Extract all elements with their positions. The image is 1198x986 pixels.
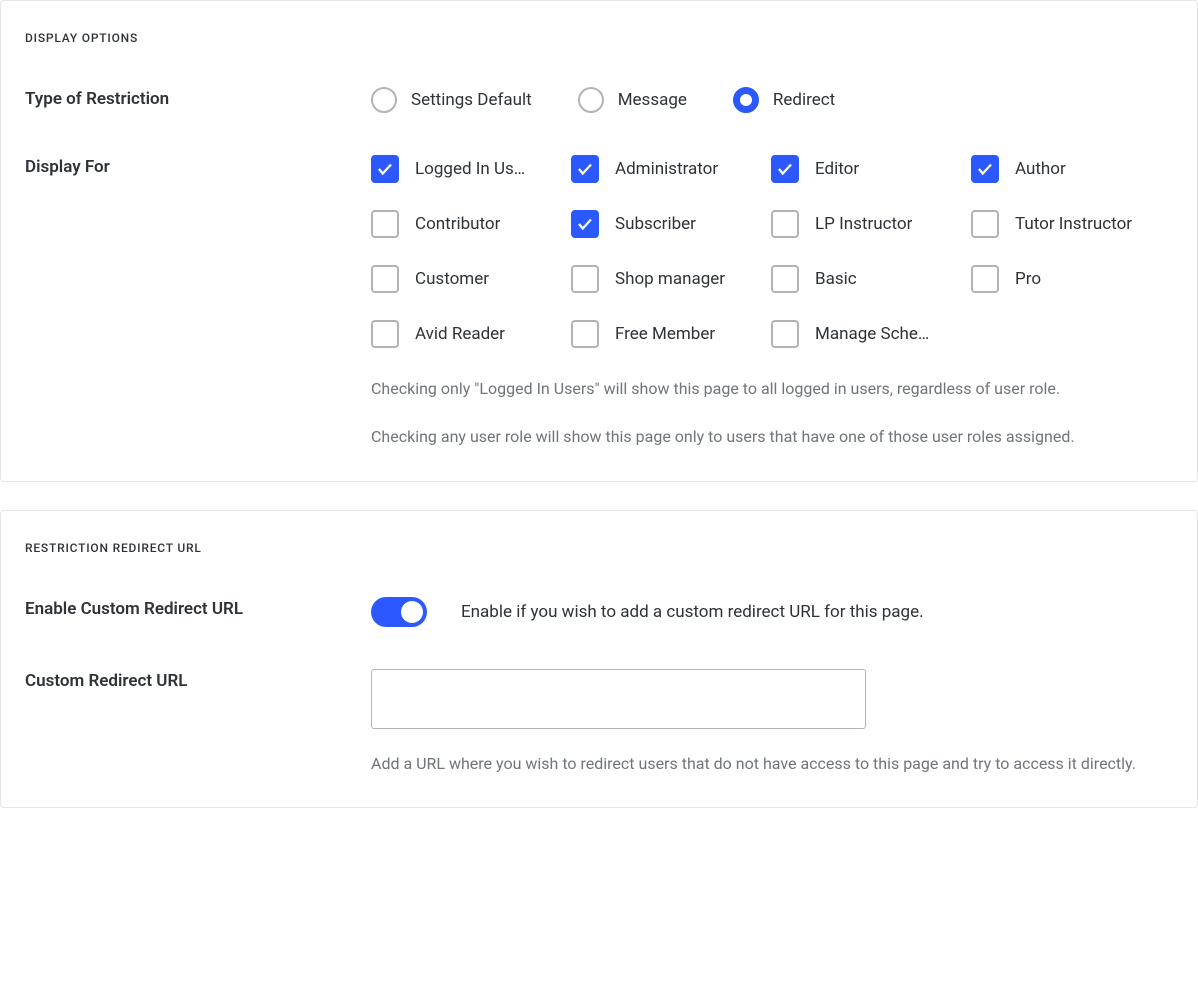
checkbox-label: LP Instructor <box>815 214 912 234</box>
checkbox-label: Contributor <box>415 214 500 234</box>
toggle-row: Enable if you wish to add a custom redir… <box>371 597 1173 627</box>
custom-redirect-url-content: Add a URL where you wish to redirect use… <box>371 669 1173 777</box>
checkbox-box-icon <box>571 320 599 348</box>
checkbox-avid-reader[interactable]: Avid Reader <box>371 320 571 348</box>
checkbox-label: Author <box>1015 159 1066 179</box>
display-for-label: Display For <box>25 155 371 451</box>
checkbox-box-icon <box>971 265 999 293</box>
checkbox-box-icon <box>771 320 799 348</box>
checkbox-subscriber[interactable]: Subscriber <box>571 210 771 238</box>
display-for-help-1: Checking only "Logged In Users" will sho… <box>371 376 1173 402</box>
checkbox-label: Shop manager <box>615 269 725 289</box>
panel-title-redirect: RESTRICTION REDIRECT URL <box>25 541 1173 555</box>
display-for-checkbox-grid: Logged In Us… Administrator Editor Author Co… <box>371 155 1173 348</box>
checkbox-box-icon <box>371 210 399 238</box>
radio-message[interactable]: Message <box>578 87 687 113</box>
type-of-restriction-row: Type of Restriction Settings Default Mess… <box>25 87 1173 113</box>
checkbox-label: Avid Reader <box>415 324 505 344</box>
checkbox-author[interactable]: Author <box>971 155 1171 183</box>
checkbox-label: Tutor Instructor <box>1015 214 1132 234</box>
custom-redirect-url-label: Custom Redirect URL <box>25 669 371 777</box>
checkbox-contributor[interactable]: Contributor <box>371 210 571 238</box>
checkbox-box-icon <box>971 155 999 183</box>
checkbox-label: Pro <box>1015 269 1041 289</box>
display-options-panel: DISPLAY OPTIONS Type of Restriction Sett… <box>0 0 1198 482</box>
enable-custom-redirect-desc: Enable if you wish to add a custom redir… <box>461 602 924 622</box>
checkbox-label: Logged In Us… <box>415 159 525 179</box>
radio-circle-icon <box>733 87 759 113</box>
type-of-restriction-content: Settings Default Message Redirect <box>371 87 1173 113</box>
restriction-redirect-panel: RESTRICTION REDIRECT URL Enable Custom R… <box>0 510 1198 808</box>
custom-redirect-url-row: Custom Redirect URL Add a URL where you … <box>25 669 1173 777</box>
panel-title-display-options: DISPLAY OPTIONS <box>25 31 1173 45</box>
checkbox-lp-instructor[interactable]: LP Instructor <box>771 210 971 238</box>
enable-custom-redirect-content: Enable if you wish to add a custom redir… <box>371 597 1173 627</box>
checkbox-customer[interactable]: Customer <box>371 265 571 293</box>
radio-label: Settings Default <box>411 90 532 110</box>
checkbox-label: Free Member <box>615 324 715 344</box>
checkbox-administrator[interactable]: Administrator <box>571 155 771 183</box>
type-of-restriction-label: Type of Restriction <box>25 87 371 113</box>
checkbox-box-icon <box>971 210 999 238</box>
custom-redirect-url-help: Add a URL where you wish to redirect use… <box>371 751 1173 777</box>
checkbox-box-icon <box>371 320 399 348</box>
checkbox-label: Administrator <box>615 159 718 179</box>
enable-custom-redirect-row: Enable Custom Redirect URL Enable if you… <box>25 597 1173 627</box>
radio-settings-default[interactable]: Settings Default <box>371 87 532 113</box>
checkbox-tutor-instructor[interactable]: Tutor Instructor <box>971 210 1171 238</box>
checkbox-pro[interactable]: Pro <box>971 265 1171 293</box>
checkbox-box-icon <box>571 155 599 183</box>
checkbox-logged-in-users[interactable]: Logged In Us… <box>371 155 571 183</box>
checkbox-box-icon <box>571 265 599 293</box>
checkbox-box-icon <box>771 210 799 238</box>
toggle-knob <box>401 601 423 623</box>
radio-circle-icon <box>578 87 604 113</box>
checkbox-label: Editor <box>815 159 859 179</box>
checkbox-label: Manage Sche… <box>815 324 929 344</box>
checkbox-box-icon <box>571 210 599 238</box>
radio-label: Message <box>618 90 687 110</box>
checkbox-free-member[interactable]: Free Member <box>571 320 771 348</box>
checkbox-shop-manager[interactable]: Shop manager <box>571 265 771 293</box>
display-for-help-2: Checking any user role will show this pa… <box>371 424 1173 450</box>
radio-label: Redirect <box>773 90 835 110</box>
checkbox-label: Subscriber <box>615 214 696 234</box>
enable-custom-redirect-toggle[interactable] <box>371 597 427 627</box>
checkbox-editor[interactable]: Editor <box>771 155 971 183</box>
checkbox-label: Customer <box>415 269 489 289</box>
radio-redirect[interactable]: Redirect <box>733 87 835 113</box>
checkbox-box-icon <box>771 155 799 183</box>
checkbox-label: Basic <box>815 269 857 289</box>
restriction-radio-group: Settings Default Message Redirect <box>371 87 1173 113</box>
enable-custom-redirect-label: Enable Custom Redirect URL <box>25 597 371 627</box>
custom-redirect-url-input[interactable] <box>371 669 866 729</box>
checkbox-manage-schedule[interactable]: Manage Sche… <box>771 320 971 348</box>
checkbox-box-icon <box>371 155 399 183</box>
display-for-content: Logged In Us… Administrator Editor Author Co… <box>371 155 1173 451</box>
checkbox-box-icon <box>771 265 799 293</box>
radio-circle-icon <box>371 87 397 113</box>
checkbox-box-icon <box>371 265 399 293</box>
checkbox-basic[interactable]: Basic <box>771 265 971 293</box>
display-for-row: Display For Logged In Us… Administrator Ed… <box>25 155 1173 451</box>
